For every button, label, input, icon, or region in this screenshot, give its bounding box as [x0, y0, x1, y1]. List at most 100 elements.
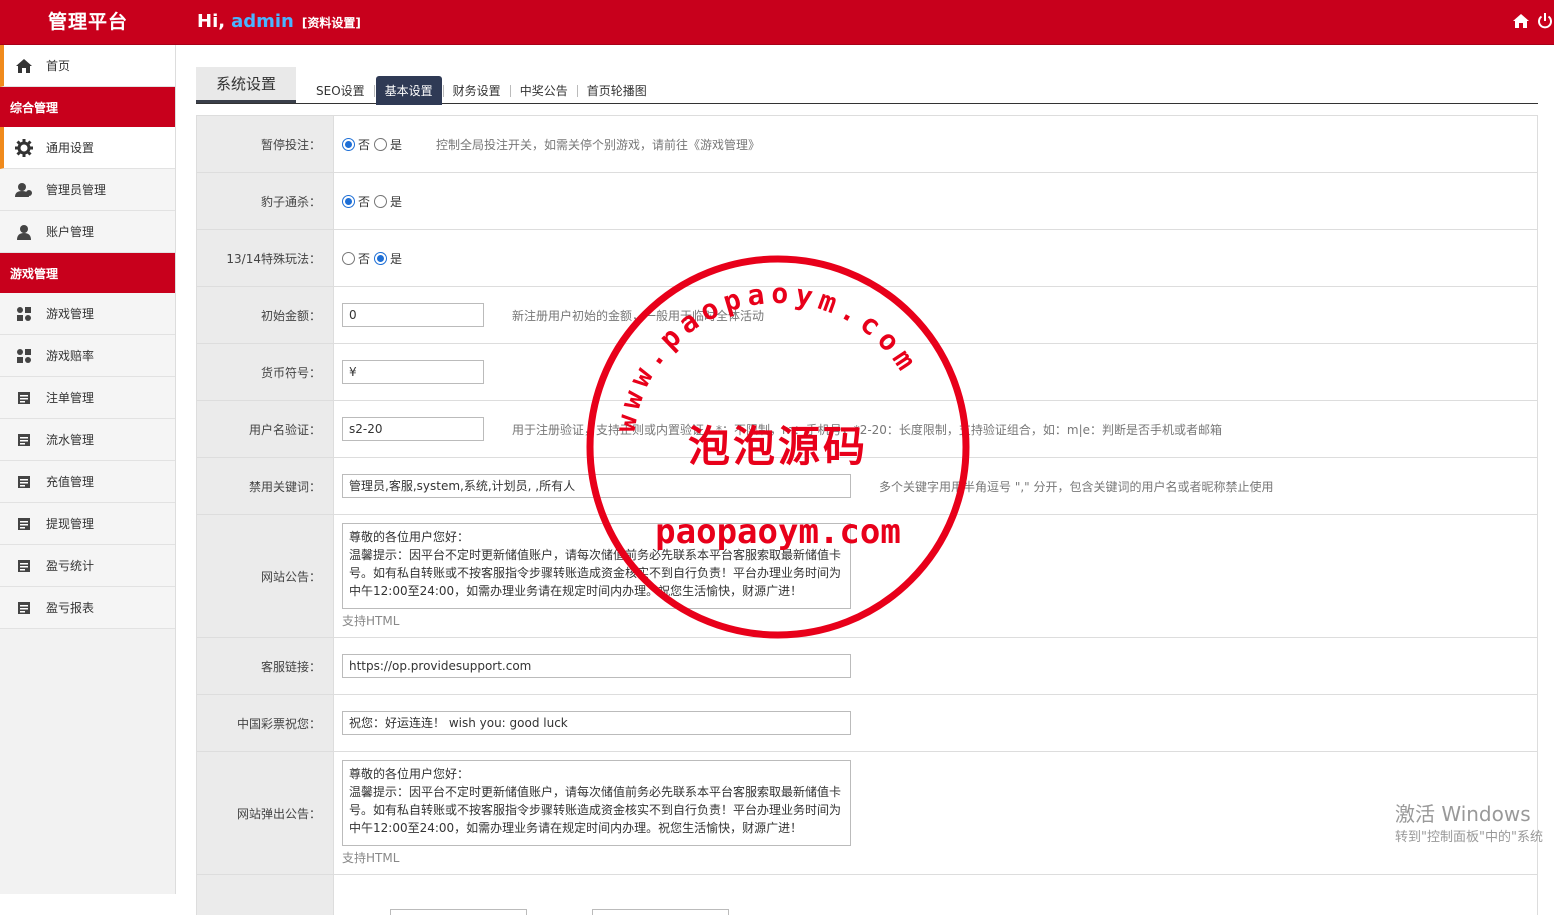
tab-basic[interactable]: 基本设置	[375, 76, 442, 105]
form-row-banned-words: 禁用关键词： 管理员,客服,system,系统,计划员, ,所有人 多个关键字用…	[197, 458, 1537, 515]
initial-amount-input[interactable]: 0	[342, 303, 484, 327]
radio-yes[interactable]: 是	[374, 250, 402, 267]
gear-icon	[14, 138, 34, 158]
html-support-note: 支持HTML	[342, 851, 400, 865]
currency-input[interactable]: ¥	[342, 360, 484, 384]
username: admin	[231, 11, 294, 32]
tab-finance[interactable]: 财务设置	[445, 78, 509, 103]
sidebar-item-label: 注单管理	[46, 391, 95, 405]
sidebar-section-game[interactable]: 游戏管理	[0, 253, 175, 293]
greeting: Hi, admin [资料设置]	[197, 11, 361, 32]
form-row-lottery-wish: 中国彩票祝您： 祝您：好运连连！ wish you: good luck	[197, 695, 1537, 752]
field-label: 初始金额：	[197, 287, 334, 343]
field-label: 网站弹出公告：	[197, 752, 334, 874]
profile-settings-link[interactable]: [资料设置]	[302, 16, 361, 30]
windows-activation-watermark: 激活 Windows 转到"控制面板"中的"系统	[1395, 802, 1543, 850]
radio-no[interactable]: 否	[342, 193, 370, 210]
sidebar-item-recharge-management[interactable]: 充值管理	[0, 461, 175, 503]
sidebar-item-label: 管理员管理	[46, 183, 107, 197]
top-header: 管理平台 Hi, admin [资料设置]	[0, 0, 1554, 45]
home-icon[interactable]	[1512, 10, 1530, 32]
field-hint: 用于注册验证，支持正则或内置验证，*：不限制，m：手机号，*2-20：长度限制，…	[512, 422, 1223, 437]
html-support-note: 支持HTML	[342, 614, 400, 628]
tab-separator	[509, 84, 511, 97]
power-icon[interactable]	[1536, 10, 1554, 32]
user-icon	[14, 222, 34, 242]
greeting-hi: Hi,	[197, 11, 226, 32]
form-row-initial-amount: 初始金额： 0 新注册用户初始的金额，一般用于临时全体活动	[197, 287, 1537, 344]
field-hint: 多个关键字用用半角逗号 "," 分开，包含关键词的用户名或者昵称禁止使用	[879, 479, 1274, 494]
apps-icon	[14, 304, 34, 324]
document-icon	[14, 430, 34, 450]
lottery-wish-input[interactable]: 祝您：好运连连！ wish you: good luck	[342, 711, 851, 735]
form-row-service-link: 客服链接： https://op.providesupport.com	[197, 638, 1537, 695]
notice-textarea[interactable]: 尊敬的各位用户您好： 温馨提示：因平台不定时更新储值账户，请每次储值前务必先联系…	[342, 523, 851, 609]
sidebar-item-label: 通用设置	[46, 141, 95, 155]
document-icon	[14, 388, 34, 408]
service-link-input[interactable]: https://op.providesupport.com	[342, 654, 851, 678]
watermark-line1: 激活 Windows	[1395, 802, 1531, 826]
field-label: 货币符号：	[197, 344, 334, 400]
sidebar-item-bet-management[interactable]: 注单管理	[0, 377, 175, 419]
tab-separator	[442, 84, 444, 97]
field-label: 网站公告：	[197, 515, 334, 637]
field-label: 豹子通杀：	[197, 173, 334, 229]
radio-yes[interactable]: 是	[374, 193, 402, 210]
tab-separator	[373, 84, 375, 97]
radio-circle	[374, 251, 388, 265]
form-row-partial	[197, 875, 1537, 915]
radio-circle	[374, 137, 388, 151]
radio-yes[interactable]: 是	[374, 136, 402, 153]
sidebar-section-general[interactable]: 综合管理	[0, 87, 175, 127]
field-label: 中国彩票祝您：	[197, 695, 334, 751]
document-icon	[14, 514, 34, 534]
field-label: 禁用关键词：	[197, 458, 334, 514]
radio-no[interactable]: 否	[342, 136, 370, 153]
sidebar-item-label: 账户管理	[46, 225, 95, 239]
field-label: 客服链接：	[197, 638, 334, 694]
button-partial[interactable]	[592, 909, 729, 915]
apps-icon	[14, 346, 34, 366]
sidebar-item-profit-stats[interactable]: 盈亏统计	[0, 545, 175, 587]
radio-label: 否	[358, 137, 371, 152]
sidebar-item-label: 游戏赔率	[46, 349, 95, 363]
field-label	[197, 875, 334, 915]
sidebar-item-label: 提现管理	[46, 517, 95, 531]
sidebar-item-profit-report[interactable]: 盈亏报表	[0, 587, 175, 629]
sidebar-item-label: 流水管理	[46, 433, 95, 447]
tab-seo[interactable]: SEO设置	[308, 78, 373, 103]
tab-bar: 系统设置 SEO设置 基本设置 财务设置 中奖公告 首页轮播图	[196, 67, 1538, 105]
tab-home-carousel[interactable]: 首页轮播图	[579, 78, 655, 103]
radio-circle	[342, 194, 355, 208]
document-icon	[14, 598, 34, 618]
sidebar-item-label: 充值管理	[46, 475, 95, 489]
sidebar-item-flow-management[interactable]: 流水管理	[0, 419, 175, 461]
form-row-leopard: 豹子通杀： 否 是	[197, 173, 1537, 230]
brand-title: 管理平台	[47, 11, 128, 33]
tab-winning-notice[interactable]: 中奖公告	[512, 78, 576, 103]
sidebar-item-account-management[interactable]: 账户管理	[0, 211, 175, 253]
form-row-currency: 货币符号： ¥	[197, 344, 1537, 401]
form-row-special-play: 13/14特殊玩法： 否 是	[197, 230, 1537, 287]
sidebar-item-general-settings[interactable]: 通用设置	[0, 127, 175, 169]
sidebar-item-admin-management[interactable]: 管理员管理	[0, 169, 175, 211]
sidebar-item-withdraw-management[interactable]: 提现管理	[0, 503, 175, 545]
sidebar-item-label: 盈亏统计	[46, 559, 95, 573]
sidebar-item-home[interactable]: 首页	[0, 45, 175, 87]
button-partial[interactable]	[390, 909, 527, 915]
field-label: 暂停投注：	[197, 116, 334, 172]
username-rule-input[interactable]: s2-20	[342, 417, 484, 441]
radio-circle	[342, 251, 355, 265]
radio-circle	[342, 137, 355, 151]
radio-no[interactable]: 否	[342, 250, 370, 267]
popup-notice-textarea[interactable]: 尊敬的各位用户您好： 温馨提示：因平台不定时更新储值账户，请每次储值前务必先联系…	[342, 760, 851, 846]
field-hint: 控制全局投注开关，如需关停个别游戏，请前往《游戏管理》	[436, 137, 761, 152]
banned-words-input[interactable]: 管理员,客服,system,系统,计划员, ,所有人	[342, 474, 851, 498]
form-row-notice: 网站公告： 尊敬的各位用户您好： 温馨提示：因平台不定时更新储值账户，请每次储值…	[197, 515, 1537, 638]
sidebar-item-game-odds[interactable]: 游戏赔率	[0, 335, 175, 377]
document-icon	[14, 556, 34, 576]
form-row-pause-bet: 暂停投注： 否 是 控制全局投注开关，如需关停个别游戏，请前往《游戏管理》	[197, 116, 1537, 173]
sidebar-item-game-management[interactable]: 游戏管理	[0, 293, 175, 335]
form-row-popup-notice: 网站弹出公告： 尊敬的各位用户您好： 温馨提示：因平台不定时更新储值账户，请每次…	[197, 752, 1537, 875]
document-icon	[14, 472, 34, 492]
